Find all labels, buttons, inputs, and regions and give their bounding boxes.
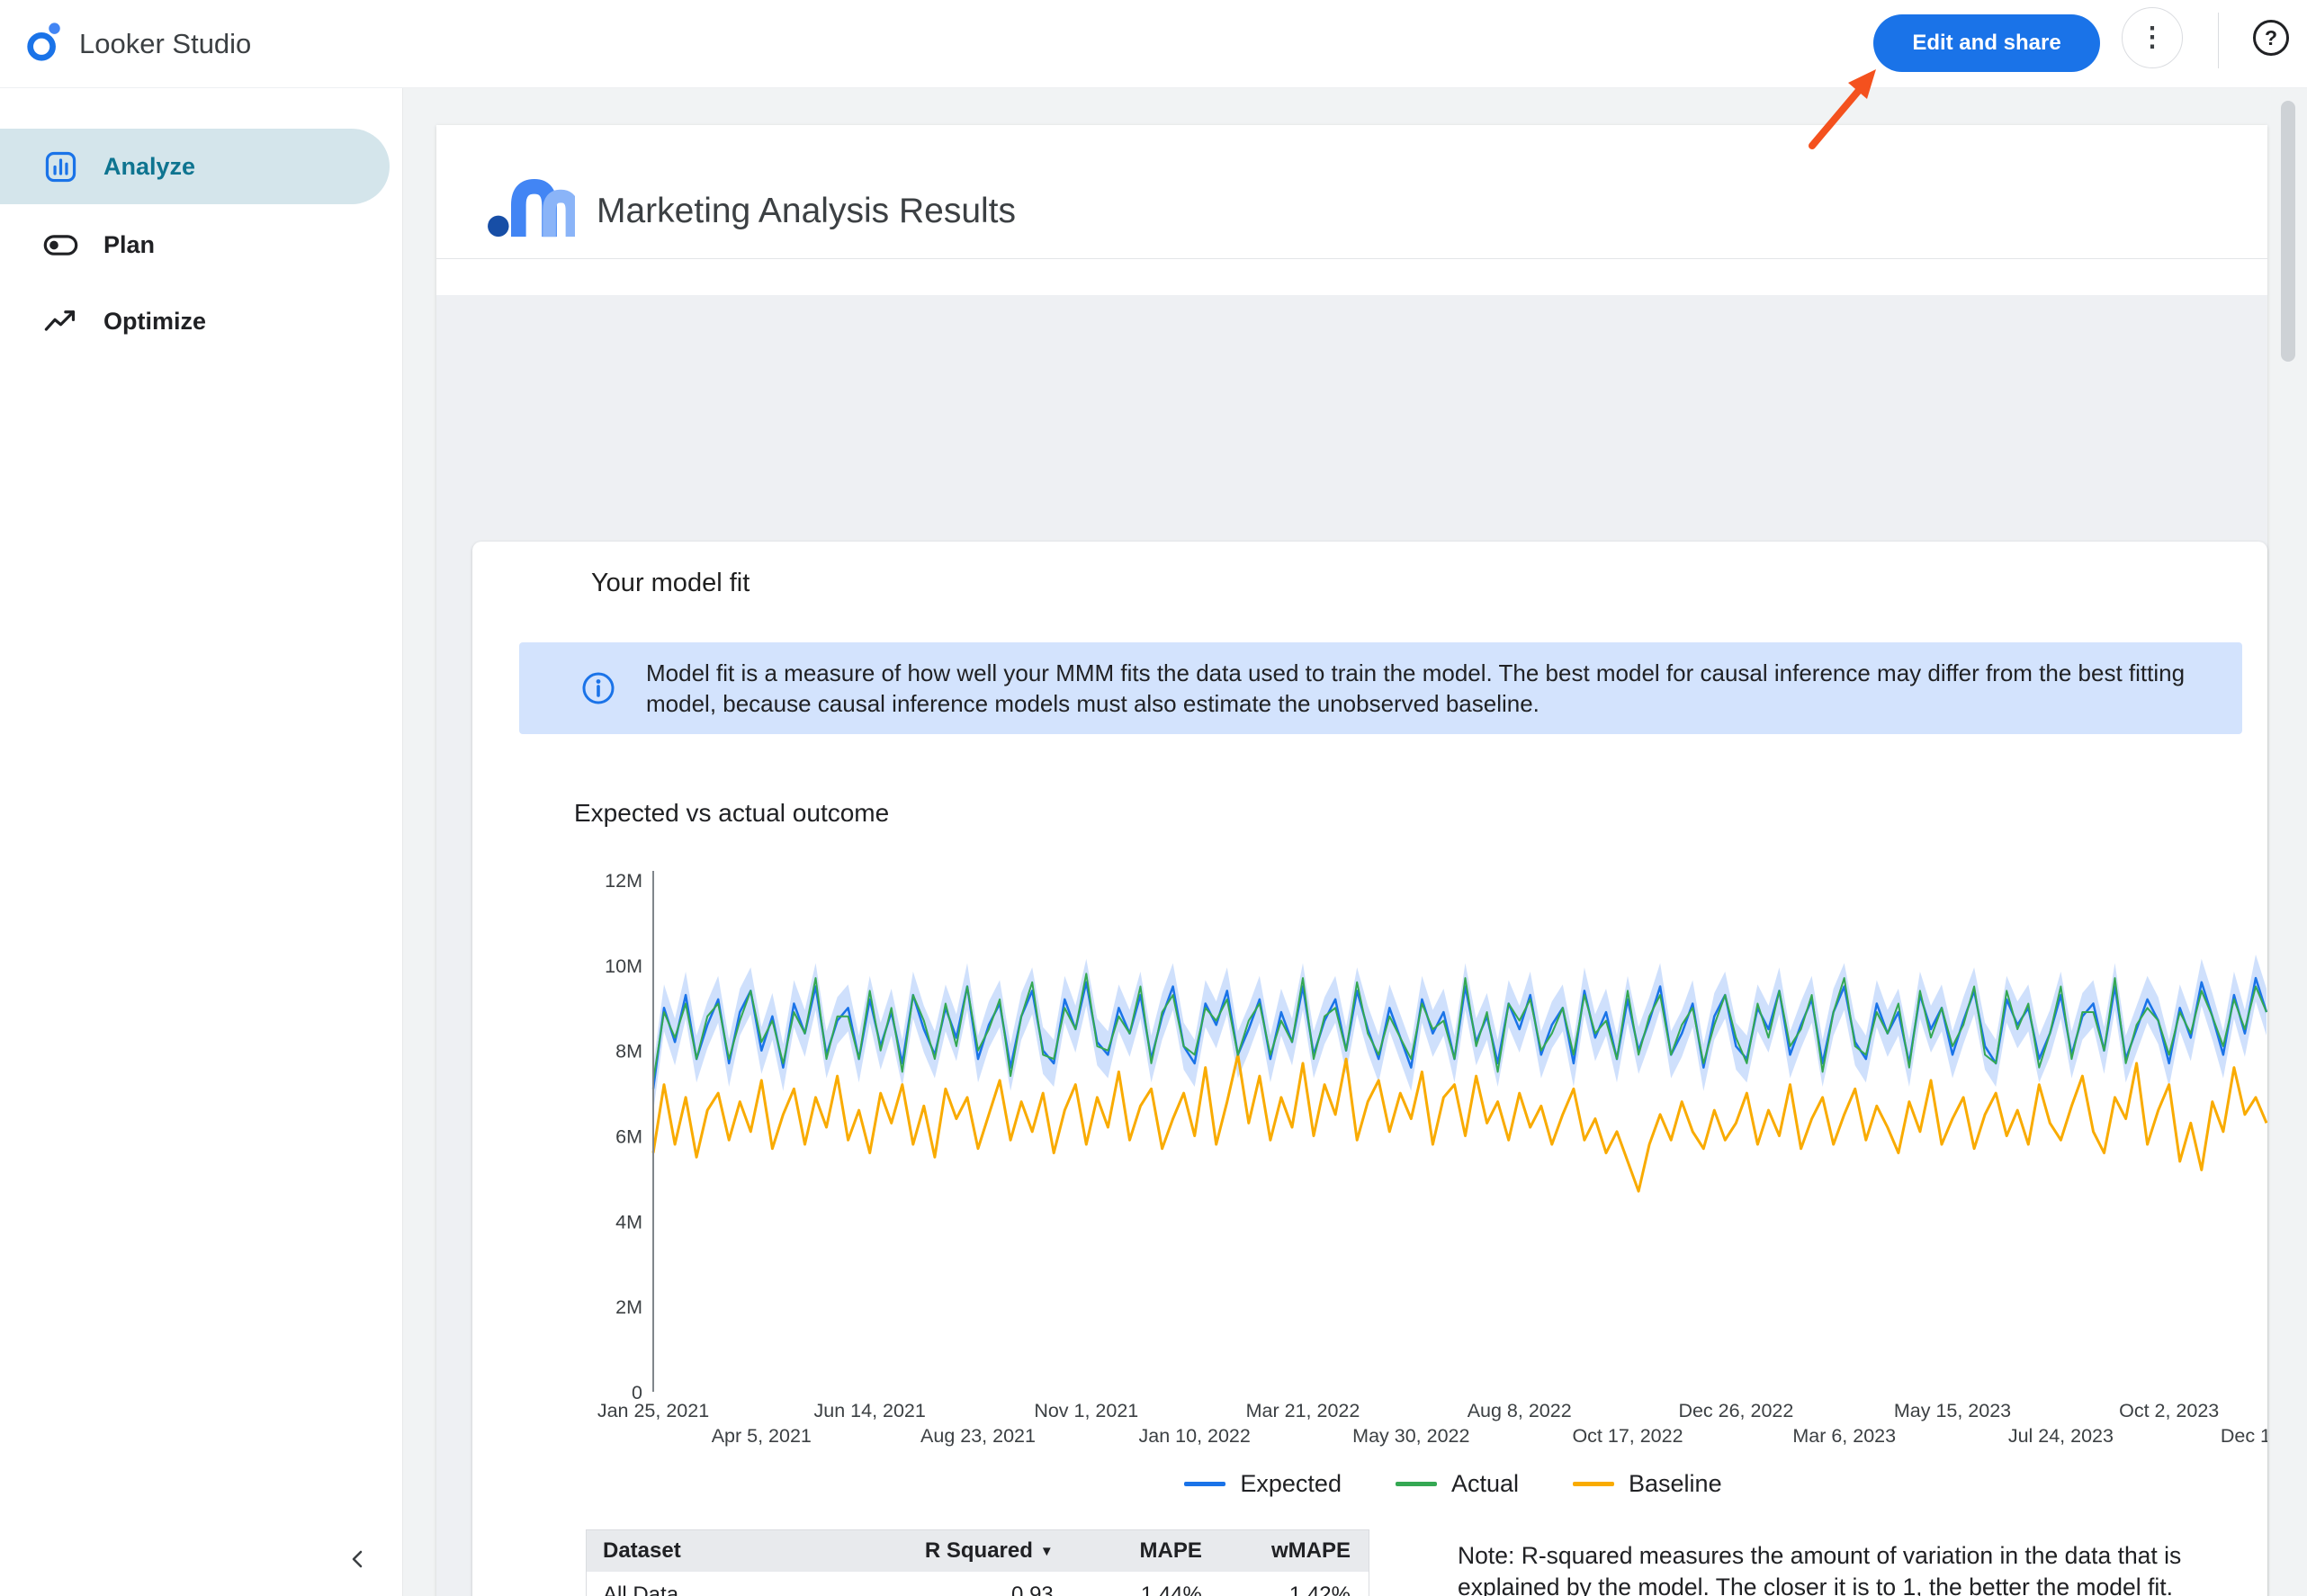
baseline-line-swatch: [1573, 1482, 1614, 1486]
legend-label: Baseline: [1629, 1470, 1722, 1498]
svg-text:Jan 10, 2022: Jan 10, 2022: [1139, 1425, 1251, 1447]
actual-line-swatch: [1396, 1482, 1437, 1486]
chart-legend: Expected Actual Baseline: [652, 1470, 2254, 1498]
brand: Looker Studio: [23, 20, 251, 67]
svg-text:May 30, 2022: May 30, 2022: [1352, 1425, 1469, 1447]
svg-text:Nov 1, 2021: Nov 1, 2021: [1034, 1400, 1138, 1421]
more-options-button[interactable]: ⋮: [2122, 7, 2183, 68]
topbar-divider: [2218, 13, 2219, 68]
card-heading: Your model fit: [591, 569, 750, 598]
column-header-wmape[interactable]: wMAPE: [1220, 1538, 1369, 1564]
info-banner-text: Model fit is a measure of how well your …: [646, 658, 2212, 719]
left-nav: Analyze Plan Optimize: [0, 88, 403, 1596]
sidebar-item-label: Analyze: [103, 153, 195, 181]
svg-text:Apr 5, 2021: Apr 5, 2021: [712, 1425, 812, 1447]
report-page: Marketing Analysis Results Your model fi…: [436, 125, 2267, 1596]
collapse-sidebar-button[interactable]: [335, 1537, 382, 1583]
svg-text:Aug 23, 2021: Aug 23, 2021: [920, 1425, 1036, 1447]
help-button[interactable]: ?: [2253, 20, 2289, 56]
chart-title: Expected vs actual outcome: [574, 799, 889, 828]
svg-text:Dec 11, 2023: Dec 11, 2023: [2221, 1425, 2267, 1447]
legend-item-baseline: Baseline: [1573, 1470, 1722, 1498]
toggle-icon: [41, 226, 80, 265]
sidebar-item-label: Optimize: [103, 308, 206, 336]
info-banner: Model fit is a measure of how well your …: [519, 642, 2242, 734]
header-divider: [436, 258, 2267, 259]
report-title: Marketing Analysis Results: [597, 192, 1016, 231]
cell-wmape: 1.42%: [1220, 1583, 1369, 1596]
svg-text:Oct 17, 2022: Oct 17, 2022: [1572, 1425, 1683, 1447]
svg-text:Jan 25, 2021: Jan 25, 2021: [597, 1400, 709, 1421]
sidebar-item-optimize[interactable]: Optimize: [0, 289, 390, 354]
vertical-scrollbar[interactable]: [2281, 101, 2295, 362]
meridian-logo-icon: [487, 159, 575, 245]
svg-text:May 15, 2023: May 15, 2023: [1894, 1400, 2011, 1421]
help-icon: ?: [2265, 26, 2277, 50]
svg-text:12M: 12M: [605, 870, 642, 892]
report-viewport: Marketing Analysis Results Your model fi…: [403, 88, 2307, 1596]
svg-text:2M: 2M: [615, 1296, 642, 1318]
svg-text:10M: 10M: [605, 955, 642, 977]
sidebar-item-plan[interactable]: Plan: [0, 212, 390, 277]
svg-text:Mar 21, 2022: Mar 21, 2022: [1246, 1400, 1360, 1421]
looker-studio-app: Looker Studio Edit and share ⋮ ? Analyze: [0, 0, 2307, 1596]
svg-text:Dec 26, 2022: Dec 26, 2022: [1678, 1400, 1793, 1421]
svg-text:Oct 2, 2023: Oct 2, 2023: [2119, 1400, 2219, 1421]
metrics-note: Note: R-squared measures the amount of v…: [1458, 1540, 2242, 1596]
info-icon: [580, 670, 616, 711]
chevron-left-icon: [344, 1545, 373, 1576]
app-title: Looker Studio: [79, 28, 251, 60]
model-fit-card: Your model fit Model fit is a measure of…: [472, 542, 2267, 1596]
trending-up-icon: [41, 302, 80, 341]
svg-text:Aug 8, 2022: Aug 8, 2022: [1468, 1400, 1572, 1421]
svg-text:Jul 24, 2023: Jul 24, 2023: [2008, 1425, 2114, 1447]
legend-item-actual: Actual: [1396, 1470, 1519, 1498]
sidebar-item-analyze[interactable]: Analyze: [0, 129, 390, 204]
svg-text:6M: 6M: [615, 1126, 642, 1148]
legend-label: Expected: [1240, 1470, 1342, 1498]
report-header: Marketing Analysis Results: [436, 125, 2267, 258]
svg-text:8M: 8M: [615, 1041, 642, 1063]
top-bar: Looker Studio Edit and share ⋮ ?: [0, 0, 2307, 88]
edit-and-share-button[interactable]: Edit and share: [1873, 14, 2100, 72]
column-header-mape[interactable]: MAPE: [1072, 1538, 1220, 1564]
cell-dataset: All Data: [587, 1583, 884, 1596]
expected-line-swatch: [1184, 1482, 1225, 1486]
more-vert-icon: ⋮: [2139, 24, 2166, 51]
analyze-chart-icon: [41, 148, 80, 186]
svg-text:Jun 14, 2021: Jun 14, 2021: [814, 1400, 926, 1421]
expected-vs-actual-chart[interactable]: 02M4M6M8M10M12MJan 25, 2021Apr 5, 2021Ju…: [580, 852, 2267, 1448]
svg-text:4M: 4M: [615, 1211, 642, 1233]
legend-label: Actual: [1451, 1470, 1519, 1498]
report-canvas: Your model fit Model fit is a measure of…: [436, 295, 2267, 1596]
sidebar-item-label: Plan: [103, 231, 155, 259]
table-row: All Data 0.93 1.44% 1.42%: [587, 1572, 1369, 1596]
column-header-r-squared[interactable]: R Squared▼: [884, 1538, 1072, 1564]
model-fit-table: Dataset R Squared▼ MAPE wMAPE All Data 0…: [586, 1529, 1369, 1596]
looker-studio-logo-icon: [23, 20, 65, 67]
table-header-row: Dataset R Squared▼ MAPE wMAPE: [587, 1530, 1369, 1572]
sort-descending-icon: ▼: [1040, 1544, 1054, 1559]
cell-r-squared: 0.93: [884, 1583, 1072, 1596]
legend-item-expected: Expected: [1184, 1470, 1342, 1498]
column-header-dataset[interactable]: Dataset: [587, 1538, 884, 1564]
svg-text:Mar 6, 2023: Mar 6, 2023: [1792, 1425, 1896, 1447]
cell-mape: 1.44%: [1072, 1583, 1220, 1596]
